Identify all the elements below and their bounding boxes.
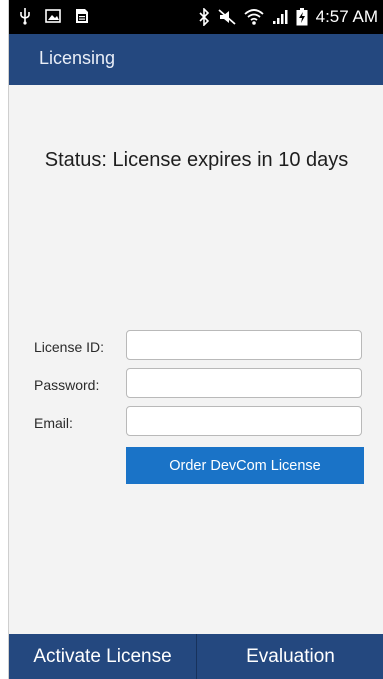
order-license-button[interactable]: Order DevCom License [126,447,364,484]
image-icon [45,9,61,23]
action-bar: Licensing [9,34,383,85]
status-bar: 4:57 AM [9,0,383,34]
bottom-action-bar: Activate License Evaluation [9,634,383,679]
status-time: 4:57 AM [315,7,378,26]
license-status-text: Status: License expires in 10 days [44,149,349,171]
phone-screen: 4:57 AM Licensing Status: License expire… [8,0,383,679]
email-input[interactable] [126,406,362,436]
wifi-icon [244,8,264,26]
usb-icon [19,7,31,25]
status-bar-left-icons [19,7,89,25]
activate-license-button[interactable]: Activate License [9,634,197,679]
evaluation-button[interactable]: Evaluation [197,634,383,679]
license-id-input[interactable] [126,330,362,360]
password-label: Password: [34,377,100,393]
mute-icon [218,9,236,25]
password-input[interactable] [126,368,362,398]
sd-card-icon [75,8,89,24]
email-label: Email: [34,415,73,431]
signal-icon [272,9,288,25]
status-bar-right-icons: 4:57 AM [198,6,378,28]
license-id-label: License ID: [34,339,105,355]
page-title: Licensing [39,48,116,68]
bluetooth-icon [198,8,210,26]
battery-charging-icon [296,8,308,26]
